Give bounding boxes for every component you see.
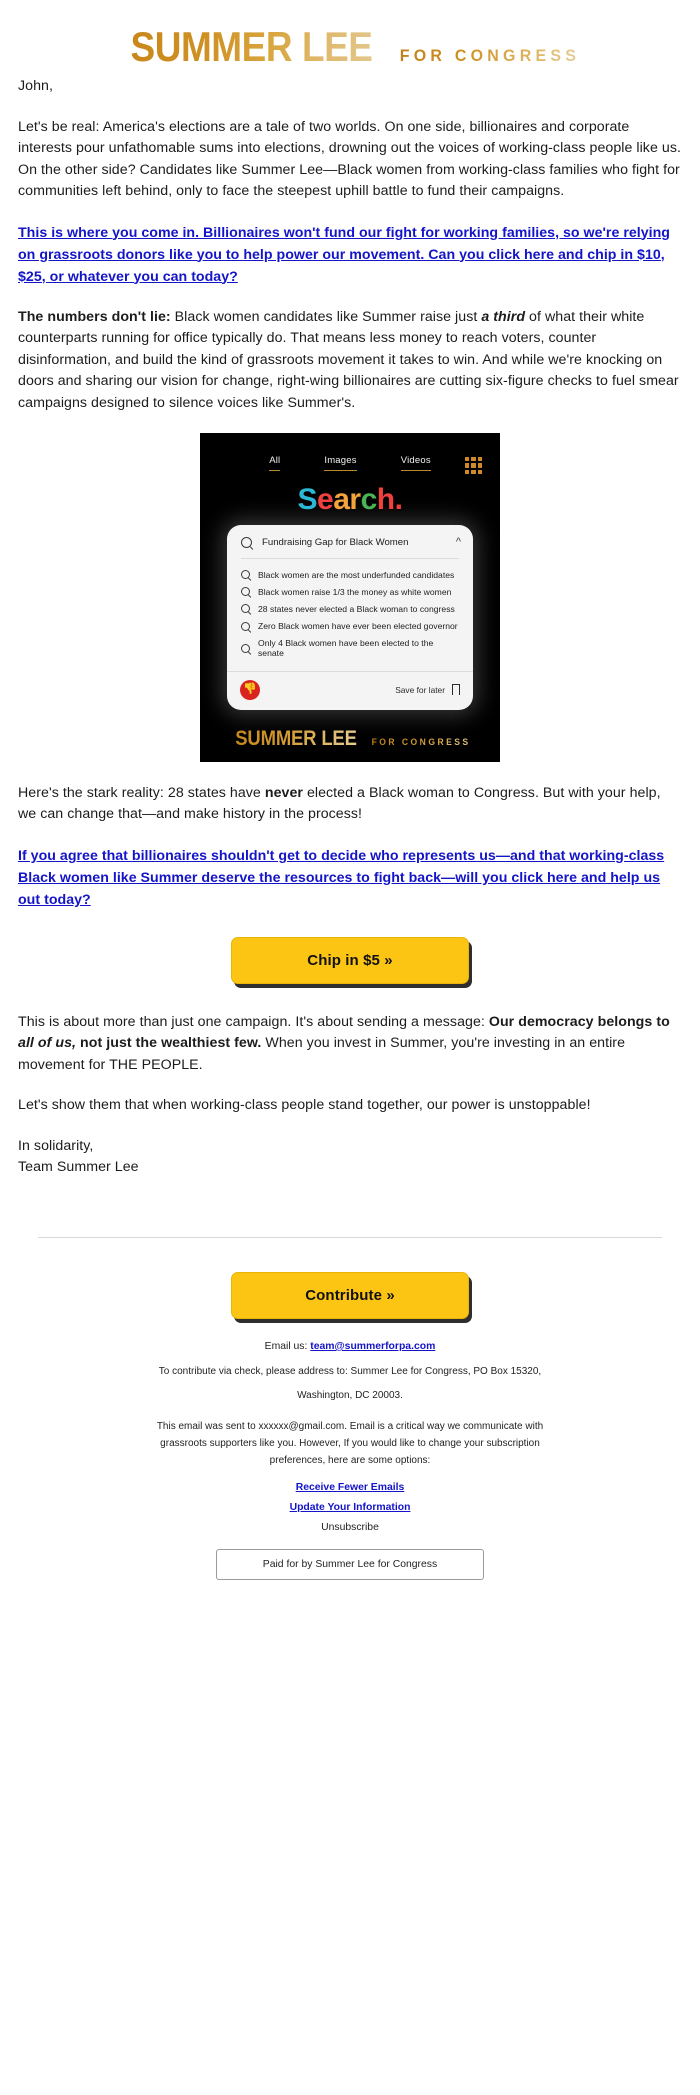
check-address-line-2: Washington, DC 20003. (297, 1389, 403, 1401)
unsubscribe-link[interactable]: Unsubscribe (40, 1522, 660, 1533)
wordmark-letter-h: h (376, 483, 395, 516)
chip-in-button-wrapper: Chip in $5 » (18, 936, 682, 984)
preference-links: Receive Fewer Emails Update Your Informa… (40, 1482, 660, 1513)
search-icon (241, 587, 250, 597)
contribute-button[interactable]: Contribute » (231, 1271, 469, 1319)
save-for-later-label: Save for later (395, 684, 445, 695)
update-information-link[interactable]: Update Your Information (290, 1502, 411, 1513)
search-icon (241, 604, 250, 614)
search-icon (241, 621, 250, 631)
search-query-row[interactable]: Fundraising Gap for Black Women ^ (227, 525, 473, 558)
numbers-text-a: Black women candidates like Summer raise… (170, 308, 482, 325)
suggestion-item[interactable]: Only 4 Black women have been elected to … (227, 635, 473, 662)
search-wordmark: Search. (200, 485, 500, 515)
email-address-link[interactable]: team@summerforpa.com (310, 1341, 435, 1352)
tab-videos[interactable]: Videos (400, 455, 431, 471)
thumbs-down-icon[interactable]: 👎 (240, 679, 260, 700)
signoff-block: In solidarity, Team Summer Lee (18, 1136, 682, 1179)
message-text-a: This is about more than just one campaig… (18, 1013, 489, 1030)
graphic-tabs: All Images Videos (200, 449, 500, 473)
chevron-up-icon[interactable]: ^ (456, 536, 461, 548)
stark-text-a: Here's the stark reality: 28 states have (18, 784, 265, 801)
search-graphic-wrapper: All Images Videos Search. Fundraising Ga… (18, 433, 682, 767)
suggestion-text: Only 4 Black women have been elected to … (258, 638, 434, 659)
message-bold-b: not just the wealthiest few. (76, 1035, 262, 1052)
graphic-logo: SUMMER LEE FOR CONGRESS (200, 728, 500, 750)
wordmark-letter-period: . (394, 483, 403, 516)
search-icon (241, 643, 250, 653)
stark-never-bold: never (264, 784, 303, 801)
save-for-later-action[interactable]: Save for later (395, 684, 462, 701)
suggestion-item[interactable]: Black women raise 1/3 the money as white… (227, 583, 473, 600)
suggestion-item[interactable]: Zero Black women have ever been elected … (227, 618, 473, 635)
numbers-paragraph: The numbers don't lie: Black women candi… (18, 307, 682, 415)
chip-in-button[interactable]: Chip in $5 » (231, 936, 469, 984)
wordmark-letter-r: r (349, 483, 361, 516)
cta-link-donate-mid[interactable]: If you agree that billionaires shouldn't… (18, 845, 682, 911)
brand-logo: SUMMER LEE FOR CONGRESS (0, 0, 700, 76)
message-bold-italic: all of us, (18, 1035, 77, 1052)
graphic-logo-main: SUMMER LEE (234, 726, 357, 750)
numbers-lead-bold: The numbers don't lie: (18, 308, 171, 325)
message-bold-a: Our democracy belongs to (488, 1013, 670, 1030)
suggestion-item[interactable]: Black women are the most underfunded can… (227, 566, 473, 583)
contribute-button-wrapper: Contribute » (40, 1271, 660, 1319)
signoff-line2: Team Summer Lee (18, 1159, 139, 1176)
wordmark-letter-s: S (297, 483, 318, 516)
suggestion-text: 28 states never elected a Black woman to… (258, 603, 455, 614)
signoff-line1: In solidarity, (18, 1137, 94, 1154)
disclaimer-line-3: preferences, here are some options: (269, 1454, 431, 1466)
email-footer: Contribute » Email us: team@summerforpa.… (0, 1238, 700, 1608)
search-suggestions: Black women are the most underfunded can… (227, 559, 473, 666)
logo-main-text: SUMMER LEE (130, 23, 373, 70)
suggestion-text: Black women raise 1/3 the money as white… (258, 586, 452, 597)
wordmark-letter-c: c (360, 483, 378, 516)
search-query-text: Fundraising Gap for Black Women (262, 536, 409, 548)
wordmark-letter-e: e (317, 483, 334, 516)
stark-reality-paragraph: Here's the stark reality: 28 states have… (18, 783, 682, 826)
email-page: SUMMER LEE FOR CONGRESS John, Let's be r… (0, 0, 700, 1608)
wordmark-letter-a: a (333, 483, 350, 516)
greeting-text: John, (18, 78, 53, 94)
disclaimer-line-2: grassroots supporters like you. However,… (160, 1437, 540, 1449)
graphic-logo-sub: FOR CONGRESS (371, 736, 471, 747)
email-us-label: Email us: (264, 1340, 311, 1352)
closing-paragraph: Let's show them that when working-class … (18, 1097, 591, 1114)
intro-paragraph: Let's be real: America's elections are a… (18, 118, 681, 200)
apps-grid-icon[interactable] (465, 457, 482, 474)
search-card: Fundraising Gap for Black Women ^ Black … (227, 525, 473, 710)
receive-fewer-emails-link[interactable]: Receive Fewer Emails (296, 1482, 405, 1493)
cta-link-donate-top[interactable]: This is where you come in. Billionaires … (18, 222, 682, 288)
tab-images[interactable]: Images (324, 455, 357, 471)
search-icon (241, 536, 252, 548)
search-icon (241, 570, 250, 580)
suggestion-text: Zero Black women have ever been elected … (258, 621, 458, 632)
disclaimer-line-1: This email was sent to xxxxxx@gmail.com.… (156, 1420, 544, 1432)
bookmark-icon (451, 684, 462, 701)
search-card-footer: 👎 Save for later (227, 670, 473, 710)
numbers-emphasis: a third (481, 308, 526, 325)
check-address-line-1: To contribute via check, please address … (158, 1365, 542, 1377)
search-graphic: All Images Videos Search. Fundraising Ga… (200, 433, 500, 762)
email-us-line: Email us: team@summerforpa.com (40, 1339, 660, 1355)
email-body: John, Let's be real: America's elections… (0, 76, 700, 1179)
logo-sub-text: FOR CONGRESS (399, 46, 580, 65)
paid-for-by-box: Paid for by Summer Lee for Congress (216, 1548, 484, 1580)
tab-all[interactable]: All (269, 455, 281, 471)
message-paragraph: This is about more than just one campaig… (18, 1012, 682, 1077)
suggestion-item[interactable]: 28 states never elected a Black woman to… (227, 600, 473, 617)
suggestion-text: Black women are the most underfunded can… (258, 569, 455, 580)
